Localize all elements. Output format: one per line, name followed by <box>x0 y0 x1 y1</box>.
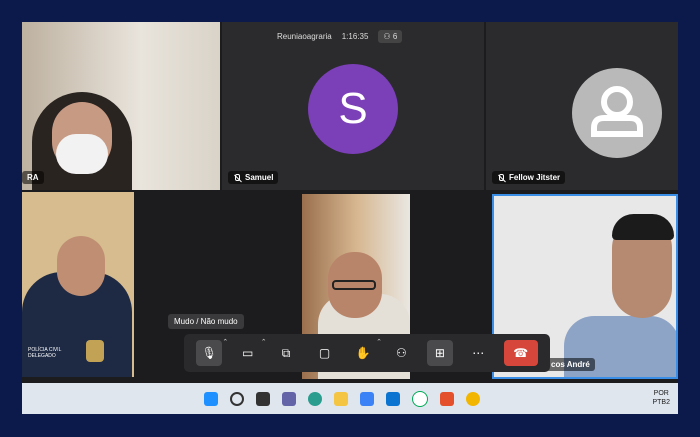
mute-toggle-button[interactable]: 🎙 ⌃ <box>196 339 228 366</box>
tile-view-icon: ⊞ <box>434 346 445 360</box>
meeting-title: Reuniaoagraria <box>277 32 332 41</box>
screen-share-button[interactable]: ⧉ <box>273 340 299 366</box>
mute-tooltip: Mudo / Não mudo <box>168 314 244 329</box>
search-icon[interactable] <box>230 391 244 406</box>
task-view-icon[interactable] <box>256 391 270 406</box>
video-conference-window: RA S Samuel Fellow Jitster Reuniaoagrari… <box>22 22 678 414</box>
participant-face <box>57 236 105 296</box>
chevron-up-icon[interactable]: ⌃ <box>222 338 228 346</box>
windows-taskbar: POR PTB2 <box>22 383 678 414</box>
participant-count-badge[interactable]: ⚇ 6 <box>378 30 403 43</box>
camera-icon: ▭ <box>241 346 254 360</box>
participant-name-label: Fellow Jitster <box>492 171 566 184</box>
meeting-toolbar: 🎙 ⌃ ▭ ⌃ ⧉ ▢ ✋ ⌃ ⚇ ⊞ ⋯ ☎ <box>184 334 550 372</box>
mic-off-icon: 🎙 <box>201 346 217 360</box>
raise-hand-button[interactable]: ✋ ⌃ <box>350 339 381 366</box>
dell-icon[interactable] <box>412 390 428 407</box>
people-icon: ⚇ <box>383 32 391 41</box>
camera-toggle-button[interactable]: ▭ ⌃ <box>235 339 267 366</box>
edge-icon[interactable] <box>308 391 322 406</box>
participant-name-label: RA <box>22 171 44 184</box>
chat-icon: ▢ <box>318 346 331 360</box>
taskbar-apps <box>198 390 486 407</box>
more-icon: ⋯ <box>472 346 485 360</box>
windows-start-icon[interactable] <box>204 391 218 406</box>
more-options-button[interactable]: ⋯ <box>465 340 491 366</box>
chevron-up-icon[interactable]: ⌃ <box>376 338 382 346</box>
person-icon <box>591 86 643 137</box>
mail-icon[interactable] <box>386 391 400 406</box>
store-icon[interactable] <box>360 391 374 406</box>
chat-app-icon[interactable] <box>282 391 296 406</box>
officer-badge-text: POLÍCIA CIVIL DELEGADO <box>28 347 62 359</box>
language-indicator[interactable]: POR <box>652 389 670 398</box>
raise-hand-icon: ✋ <box>355 346 371 360</box>
meeting-info-bar: Reuniaoagraria 1:16:35 ⚇ 6 <box>277 30 403 43</box>
meeting-timer: 1:16:35 <box>341 32 369 41</box>
participants-icon: ⚇ <box>396 346 407 360</box>
screen-share-icon: ⧉ <box>281 345 291 360</box>
mic-muted-icon <box>497 173 505 182</box>
hangup-button[interactable]: ☎ <box>503 340 538 366</box>
mic-muted-icon <box>233 173 241 182</box>
participant-tile-samuel[interactable]: S Samuel <box>222 22 484 190</box>
participant-tile-1[interactable]: RA <box>22 22 220 190</box>
participant-name-label: cos André <box>546 358 595 371</box>
file-explorer-icon[interactable] <box>334 391 348 406</box>
chat-button[interactable]: ▢ <box>312 340 338 366</box>
face-mask <box>56 134 108 174</box>
participant-name-label: Samuel <box>228 171 279 184</box>
avatar: S <box>308 64 398 154</box>
office-icon[interactable] <box>440 391 454 406</box>
participant-tile-4[interactable]: POLÍCIA CIVIL DELEGADO <box>22 192 134 377</box>
hangup-icon: ☎ <box>513 346 529 360</box>
badge-emblem <box>86 340 104 362</box>
avatar <box>572 68 662 158</box>
participant-hair <box>612 214 674 240</box>
participants-button[interactable]: ⚇ <box>388 340 414 366</box>
chevron-up-icon[interactable]: ⌃ <box>261 338 267 346</box>
chrome-icon[interactable] <box>466 391 480 406</box>
glasses <box>332 280 376 290</box>
system-tray[interactable]: POR PTB2 <box>652 389 670 407</box>
tile-view-button[interactable]: ⊞ <box>426 340 453 366</box>
participant-tile-fellow[interactable]: Fellow Jitster <box>486 22 678 190</box>
